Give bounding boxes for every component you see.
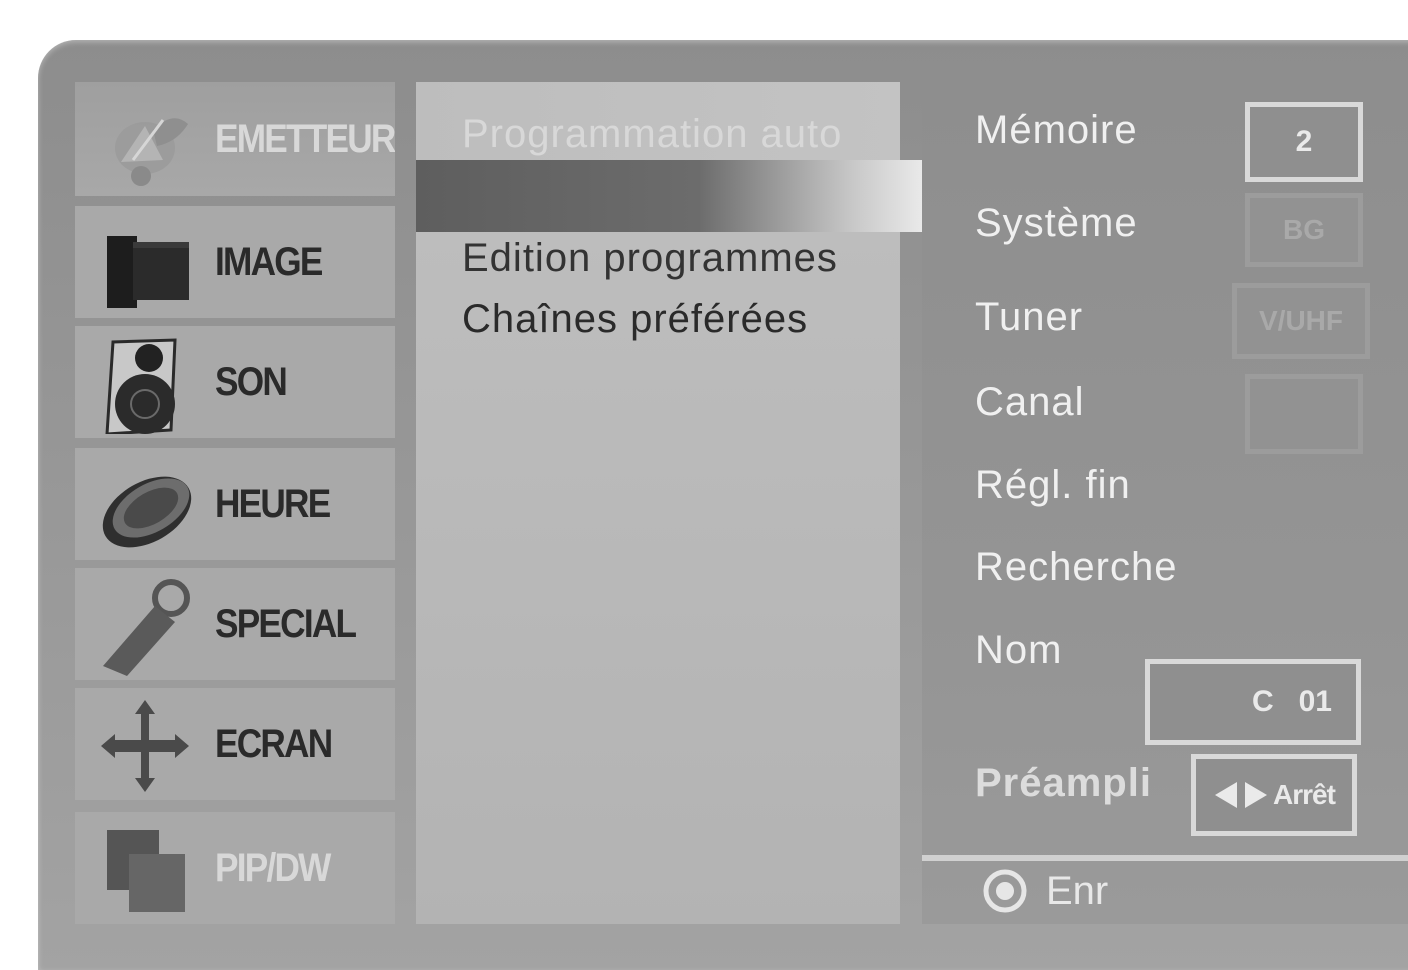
main-menu: EMETTEUR IMAGE SON HEURE SPECIAL ECRAN P… xyxy=(75,82,397,924)
satellite-dish-icon xyxy=(93,90,203,190)
menu-item-pip-dw[interactable]: PIP/DW xyxy=(75,812,395,924)
footer-divider xyxy=(922,855,1408,861)
menu-item-son[interactable]: SON xyxy=(75,326,395,438)
ok-button-icon xyxy=(982,868,1028,914)
menu-item-heure[interactable]: HEURE xyxy=(75,448,395,560)
setting-label-regl-fin[interactable]: Régl. fin xyxy=(975,463,1131,508)
submenu-selection-bar xyxy=(416,160,930,232)
memoire-value-box[interactable]: 2 xyxy=(1245,102,1363,182)
setting-label-recherche[interactable]: Recherche xyxy=(975,545,1177,590)
canal-value-box[interactable] xyxy=(1245,374,1363,454)
menu-item-ecran[interactable]: ECRAN xyxy=(75,688,395,800)
menu-item-special[interactable]: SPECIAL xyxy=(75,568,395,680)
menu-label: SON xyxy=(215,359,288,404)
setting-label-preampli: Préampli xyxy=(975,761,1152,805)
menu-label: PIP/DW xyxy=(215,845,331,890)
menu-item-image[interactable]: IMAGE xyxy=(75,206,395,318)
setting-label-systeme: Système xyxy=(975,201,1138,245)
menu-label: HEURE xyxy=(215,481,331,526)
nom-value-box[interactable]: C 01 xyxy=(1145,659,1361,745)
move-arrows-icon xyxy=(93,696,203,796)
setting-label-memoire: Mémoire xyxy=(975,108,1138,152)
setting-label-nom: Nom xyxy=(975,628,1063,672)
enr-label: Enr xyxy=(1046,868,1109,913)
tuner-value: V/UHF xyxy=(1259,305,1343,336)
memoire-value: 2 xyxy=(1295,125,1313,158)
pip-windows-icon xyxy=(93,820,203,920)
preampli-value: Arrêt xyxy=(1273,779,1336,810)
tag-key-icon xyxy=(93,576,203,676)
nom-value: C 01 xyxy=(1251,685,1332,718)
clock-disc-icon xyxy=(93,456,203,556)
setting-label-canal: Canal xyxy=(975,380,1085,424)
systeme-value: BG xyxy=(1283,214,1325,245)
menu-label: EMETTEUR xyxy=(215,116,395,161)
menu-label: IMAGE xyxy=(215,239,323,284)
submenu-item-programmation-auto[interactable]: Programmation auto xyxy=(462,112,842,157)
picture-block-icon xyxy=(93,214,203,314)
systeme-value-box[interactable]: BG xyxy=(1245,193,1363,267)
tuner-value-box[interactable]: V/UHF xyxy=(1232,283,1370,359)
speaker-icon xyxy=(93,334,203,436)
preampli-value-box[interactable]: Arrêt xyxy=(1191,754,1357,836)
menu-label: ECRAN xyxy=(215,721,333,766)
left-right-arrows-icon xyxy=(1213,780,1269,810)
setting-label-tuner: Tuner xyxy=(975,295,1084,339)
submenu-item-edition-programmes[interactable]: Edition programmes xyxy=(462,236,838,281)
menu-label: SPECIAL xyxy=(215,601,357,646)
menu-item-emetteur[interactable]: EMETTEUR xyxy=(75,82,395,196)
enr-hint[interactable]: Enr xyxy=(982,866,1108,916)
submenu-item-chaines-preferees[interactable]: Chaînes préférées xyxy=(462,297,808,342)
